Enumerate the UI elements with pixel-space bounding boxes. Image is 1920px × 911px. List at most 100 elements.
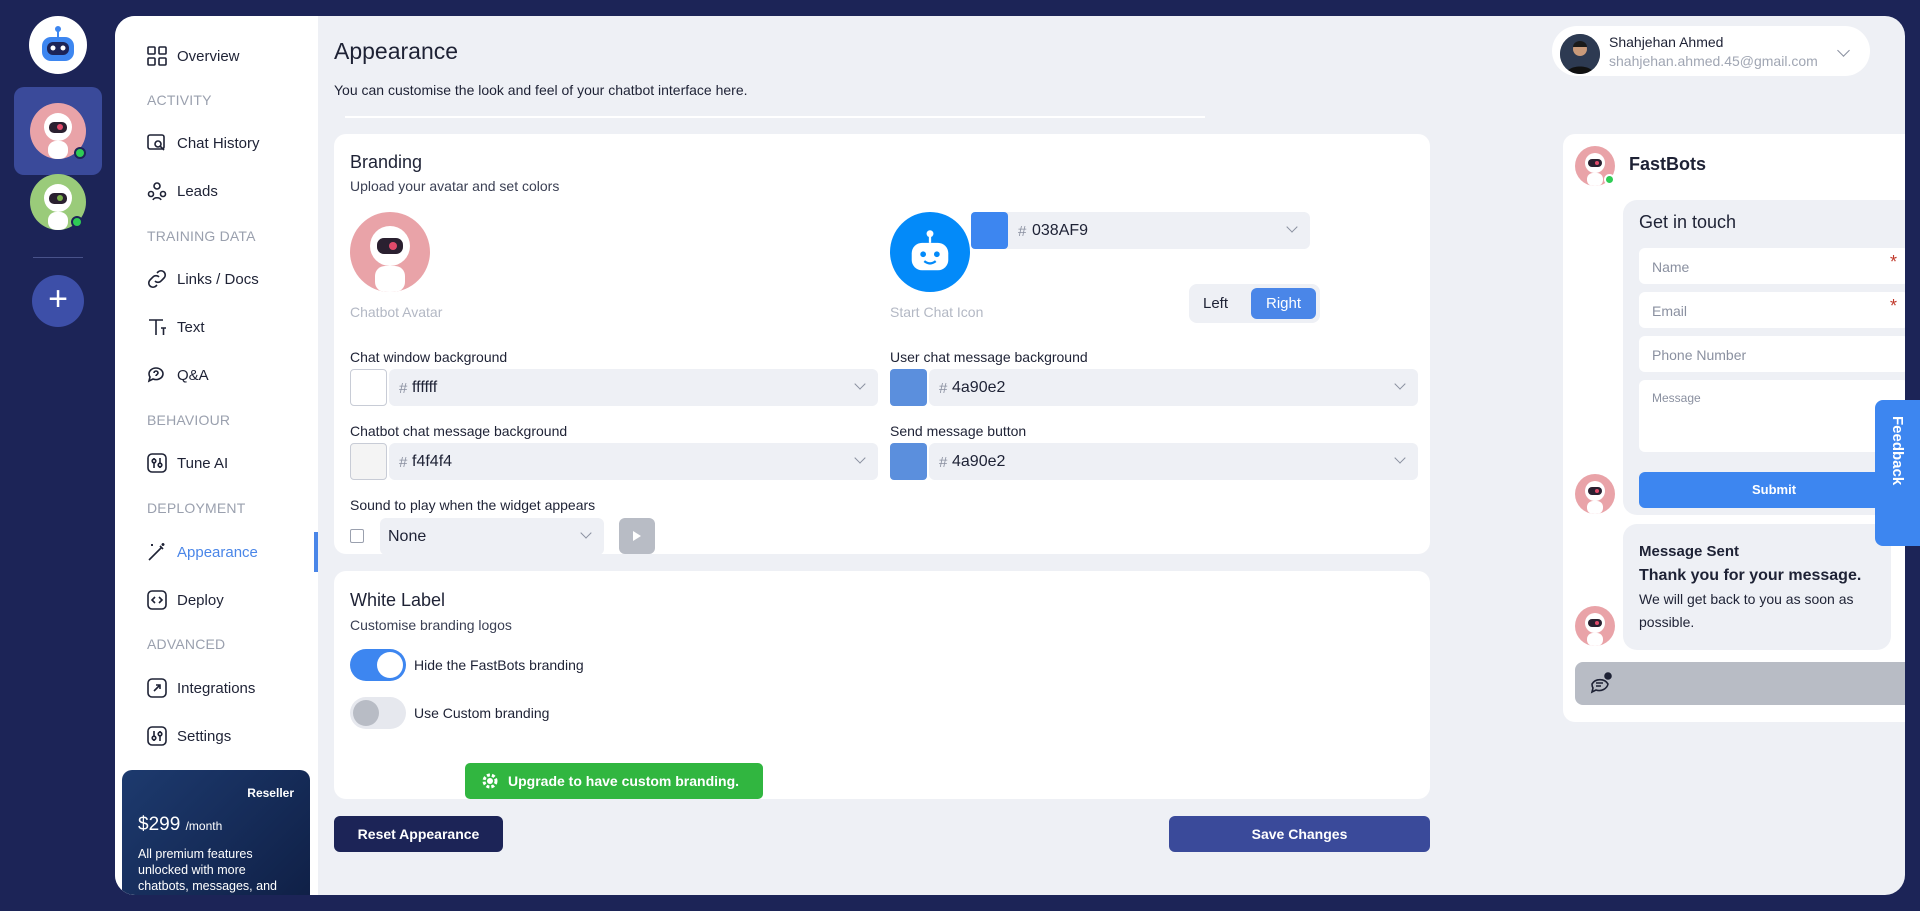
add-bot-button[interactable]: + — [32, 275, 84, 327]
user-email: shahjehan.ahmed.45@gmail.com — [1609, 53, 1818, 69]
message-textarea[interactable]: Message — [1639, 380, 1905, 452]
sound-checkbox[interactable] — [350, 529, 364, 543]
chat-bg-label: Chat window background — [350, 349, 508, 365]
position-left-option[interactable]: Left — [1203, 295, 1228, 312]
send-btn-swatch[interactable] — [890, 443, 927, 480]
sent-title: Message Sent — [1639, 543, 1740, 560]
phone-input[interactable]: Phone Number — [1639, 336, 1905, 372]
user-msg-swatch[interactable] — [890, 369, 927, 406]
name-input[interactable]: Name * — [1639, 248, 1905, 284]
sidebar-item-overview[interactable]: Overview — [146, 45, 240, 67]
sound-select[interactable]: None — [380, 518, 604, 555]
chat-options-icon[interactable] — [1589, 672, 1613, 696]
feedback-tab[interactable]: Feedback — [1875, 400, 1920, 546]
email-input[interactable]: Email * — [1639, 292, 1905, 328]
phone-placeholder: Phone Number — [1652, 347, 1747, 363]
custom-branding-toggle[interactable] — [350, 697, 406, 729]
rail-divider — [33, 257, 83, 258]
chevron-down-icon — [580, 527, 592, 539]
hash-icon: # — [399, 380, 408, 397]
promo-price-value: $299 — [138, 814, 181, 835]
sidebar-item-text[interactable]: Text — [146, 316, 205, 338]
bot-msg-label: Chatbot chat message background — [350, 423, 568, 439]
settings-icon — [146, 725, 168, 747]
sidebar-label: Integrations — [177, 679, 256, 697]
sidebar-item-deploy[interactable]: Deploy — [146, 589, 224, 611]
sidebar-label: Tune AI — [177, 454, 229, 472]
sidebar-item-links-docs[interactable]: Links / Docs — [146, 268, 259, 290]
active-indicator — [314, 532, 318, 572]
send-btn-select[interactable]: # 4a90e2 — [929, 443, 1418, 480]
avatar-caption: Chatbot Avatar — [350, 304, 443, 320]
hash-icon: # — [939, 454, 948, 471]
upgrade-button[interactable]: Upgrade to have custom branding. — [465, 763, 763, 799]
start-icon-caption: Start Chat Icon — [890, 304, 984, 320]
online-dot — [71, 216, 83, 228]
online-dot — [1604, 174, 1615, 185]
branding-card: Branding Upload your avatar and set colo… — [334, 134, 1430, 555]
chat-bg-select[interactable]: # ffffff — [389, 369, 878, 406]
rail-bot-active[interactable] — [14, 87, 102, 175]
sidebar-item-integrations[interactable]: Integrations — [146, 677, 255, 699]
user-msg-select[interactable]: # 4a90e2 — [929, 369, 1418, 406]
reseller-promo[interactable]: Reseller $299 /month All premium feature… — [122, 770, 310, 895]
sidebar-item-tune-ai[interactable]: Tune AI — [146, 452, 228, 474]
sidebar-label: Deploy — [177, 591, 224, 609]
save-changes-button[interactable]: Save Changes — [1169, 816, 1430, 852]
sidebar-label: Links / Docs — [177, 270, 259, 288]
sidebar-label: Leads — [177, 182, 218, 200]
sent-thanks: Thank you for your message. — [1639, 567, 1862, 584]
sidebar-label: Settings — [177, 727, 232, 745]
bot-msg-swatch[interactable] — [350, 443, 387, 480]
app-panel: Overview ACTIVITY Chat History Leads TRA… — [115, 16, 1905, 895]
chevron-down-icon — [1394, 378, 1406, 390]
section-behaviour: BEHAVIOUR — [147, 412, 231, 428]
branding-title: Branding — [350, 152, 423, 172]
divider — [345, 116, 1205, 118]
section-activity: ACTIVITY — [147, 92, 212, 108]
sidebar-item-appearance[interactable]: Appearance — [146, 541, 258, 563]
start-chat-icon-upload[interactable] — [890, 212, 970, 292]
sidebar-item-settings[interactable]: Settings — [146, 725, 231, 747]
sidebar-item-chat-history[interactable]: Chat History — [146, 132, 260, 154]
section-deployment: DEPLOYMENT — [147, 500, 246, 516]
sidebar-label: Chat History — [177, 134, 260, 152]
reset-appearance-button[interactable]: Reset Appearance — [334, 816, 503, 852]
chat-message-input[interactable] — [1575, 662, 1905, 705]
hide-branding-toggle[interactable] — [350, 649, 406, 681]
chevron-down-icon — [1837, 44, 1850, 57]
submit-button[interactable]: Submit — [1639, 472, 1905, 508]
form-title: Get in touch — [1639, 212, 1737, 232]
sidebar-item-qa[interactable]: Q&A — [146, 364, 209, 386]
fastbots-logo[interactable] — [29, 16, 87, 74]
sidebar-item-leads[interactable]: Leads — [146, 180, 218, 202]
promo-desc: All premium features unlocked with more … — [138, 847, 277, 893]
chevron-down-icon — [854, 452, 866, 464]
user-msg-value: 4a90e2 — [952, 379, 1006, 396]
chat-bg-swatch[interactable] — [350, 369, 387, 406]
promo-tag: Reseller — [247, 786, 294, 800]
bot-rail: + — [0, 0, 115, 911]
chat-search-icon — [146, 132, 168, 154]
user-menu[interactable]: Shahjehan Ahmed shahjehan.ahmed.45@gmail… — [1552, 26, 1870, 76]
chatbot-avatar-upload[interactable] — [350, 212, 430, 292]
position-right-option[interactable]: Right — [1251, 288, 1316, 319]
bot-msg-value: f4f4f4 — [412, 453, 453, 470]
white-label-subtitle: Customise branding logos — [350, 617, 512, 633]
custom-branding-label: Use Custom branding — [414, 705, 550, 721]
user-name: Shahjehan Ahmed — [1609, 34, 1724, 50]
bot-avatar — [1575, 474, 1615, 514]
sidebar-label: Text — [177, 318, 205, 336]
upgrade-label: Upgrade to have custom branding. — [508, 773, 740, 789]
qa-bubble-icon — [146, 364, 168, 386]
play-sound-button[interactable] — [619, 518, 655, 554]
promo-price: $299 /month — [138, 814, 222, 836]
chevron-down-icon — [1394, 452, 1406, 464]
integrations-icon — [146, 677, 168, 699]
chevron-down-icon — [1286, 221, 1298, 233]
promo-period: /month — [185, 819, 223, 833]
bot-msg-select[interactable]: # f4f4f4 — [389, 443, 878, 480]
sidebar-label: Appearance — [177, 543, 258, 561]
icon-color-select[interactable]: # 038AF9 — [971, 212, 1310, 249]
icon-color-value: 038AF9 — [1032, 222, 1089, 239]
